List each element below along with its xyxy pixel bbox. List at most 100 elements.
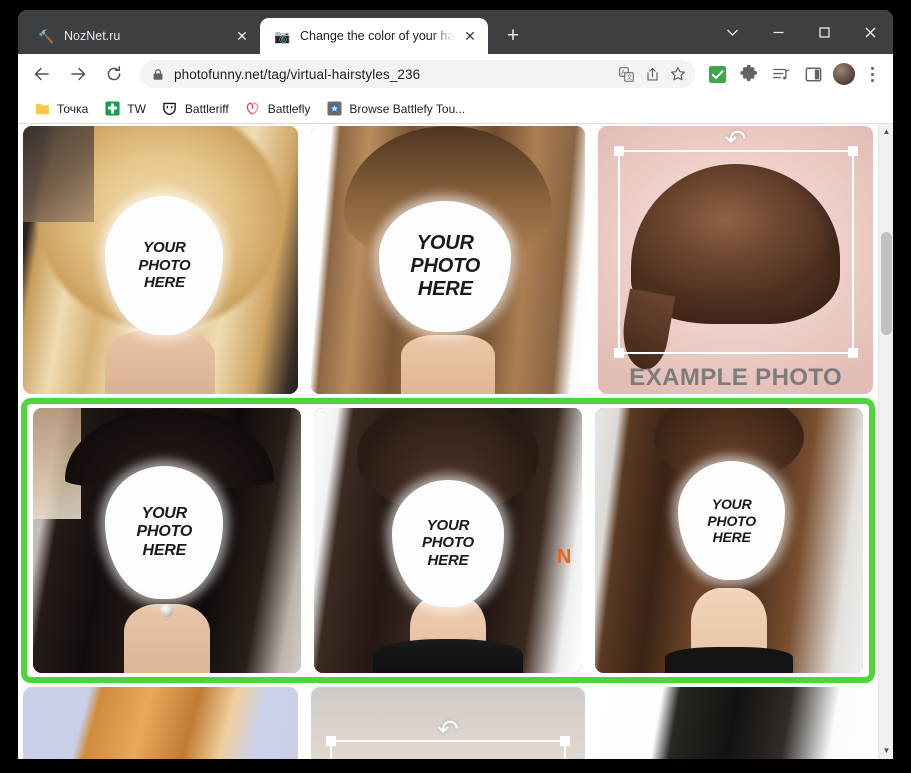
shield-icon: [162, 101, 178, 117]
overlay-line: PHOTO: [707, 512, 756, 529]
lock-icon[interactable]: [152, 68, 164, 81]
bookmarks-bar: Точка TW Battleriff Battlefly Browse Bat…: [18, 94, 893, 124]
tab-close-button[interactable]: ✕: [234, 28, 250, 44]
tab-change-hair-color[interactable]: 📷 Change the color of your hair wit ✕: [260, 18, 488, 54]
gallery-row-1: YOUR PHOTO HERE YOUR PHOTO HERE ↶ EXAMPL…: [18, 126, 878, 394]
tab-title: NozNet.ru: [64, 29, 230, 43]
overlay-line: HERE: [712, 528, 751, 545]
close-icon[interactable]: [847, 10, 893, 54]
reload-icon[interactable]: [99, 59, 129, 89]
battlefy-icon: [326, 101, 342, 117]
card-dark-curly-short-hairstyle[interactable]: [598, 687, 874, 759]
green-check-extension-icon[interactable]: [703, 60, 731, 88]
overlay-line: YOUR: [711, 496, 752, 513]
crop-handle-top-right[interactable]: [847, 146, 858, 157]
overlay-line: PHOTO: [136, 523, 193, 541]
playlist-music-icon[interactable]: [767, 60, 795, 88]
bookmark-battleriff[interactable]: Battleriff: [154, 97, 237, 121]
side-panel-icon[interactable]: [799, 60, 827, 88]
card-short-brown-example-hairstyle[interactable]: ↶ EXAMPLE PHOTO: [598, 126, 874, 394]
overlay-line: YOUR: [141, 504, 188, 522]
tab-noznet[interactable]: 🔨 NozNet.ru ✕: [24, 18, 260, 54]
neck-graphic: [105, 329, 216, 394]
back-arrow-icon[interactable]: [27, 59, 57, 89]
overlay-line: HERE: [417, 278, 473, 301]
folder-icon: [34, 101, 50, 117]
crop-handle-top-right[interactable]: [560, 735, 571, 746]
page-viewport: YOUR PHOTO HERE YOUR PHOTO HERE ↶ EXAMPL…: [18, 124, 893, 759]
overlay-line: HERE: [427, 551, 469, 569]
minimize-icon[interactable]: [755, 10, 801, 54]
tab-search-icon[interactable]: [709, 10, 755, 54]
scrollbar-thumb[interactable]: [881, 232, 892, 335]
card-blonde-straight-hairstyle[interactable]: YOUR PHOTO HERE: [23, 126, 298, 394]
overlay-line: PHOTO: [410, 255, 481, 278]
card-crop-tool-example[interactable]: ↶: [310, 687, 586, 759]
share-icon[interactable]: [639, 61, 665, 87]
hairstyle-photo: ↶: [310, 687, 586, 759]
card-ginger-hairstyle[interactable]: [23, 687, 298, 759]
address-bar[interactable]: photofunny.net/tag/virtual-hairstyles_23…: [140, 60, 695, 88]
avatar[interactable]: [833, 63, 855, 85]
scroll-up-arrow-icon[interactable]: ▲: [879, 124, 893, 140]
example-photo-label: EXAMPLE PHOTO: [629, 364, 843, 391]
hairstyle-gallery: YOUR PHOTO HERE YOUR PHOTO HERE ↶ EXAMPL…: [18, 124, 878, 759]
tab-title: Change the color of your hair wit: [300, 29, 458, 43]
tools-icon: 🔨: [38, 28, 55, 44]
card-brown-bangs-hairstyle[interactable]: YOUR PHOTO HERE: [310, 126, 586, 394]
rotate-handle-icon[interactable]: ↶: [725, 126, 747, 152]
puzzle-piece-icon[interactable]: [735, 60, 763, 88]
crop-frame[interactable]: ↶: [325, 716, 571, 759]
card-auburn-wavy-hairstyle[interactable]: YOUR PHOTO HERE: [595, 408, 863, 673]
new-tab-button[interactable]: +: [498, 20, 528, 50]
card-dark-curly-hairstyle[interactable]: N YOUR PHOTO HERE: [314, 408, 582, 673]
bookmark-battlefly[interactable]: Battlefly: [237, 97, 319, 121]
bookmark-label: Battleriff: [184, 101, 229, 116]
maximize-icon[interactable]: [801, 10, 847, 54]
camera-icon: 📷: [274, 28, 291, 44]
scroll-down-arrow-icon[interactable]: ▼: [879, 743, 893, 759]
window-controls: [709, 10, 893, 54]
crop-handle-top-left[interactable]: [613, 146, 624, 157]
tab-close-button[interactable]: ✕: [462, 28, 478, 44]
neck-graphic: [401, 335, 495, 394]
page-scrollbar[interactable]: ▲ ▼: [878, 124, 893, 759]
butterfly-icon: [245, 101, 261, 117]
translate-icon[interactable]: A 文: [613, 61, 639, 87]
gallery-row-2-highlighted[interactable]: YOUR PHOTO HERE N YOUR PHOTO HERE YOUR P…: [21, 398, 875, 683]
crop-frame[interactable]: ↶: [613, 126, 858, 358]
ginger-hair-graphic: [23, 687, 298, 759]
bookmark-label: Battlefly: [267, 101, 311, 116]
browser-toolbar: photofunny.net/tag/virtual-hairstyles_23…: [18, 54, 893, 94]
hairstyle-photo: ↶ EXAMPLE PHOTO: [598, 126, 874, 394]
overlay-line: PHOTO: [421, 534, 475, 552]
top-garment-graphic: [372, 638, 524, 673]
card-black-long-hairstyle[interactable]: YOUR PHOTO HERE: [33, 408, 301, 673]
forward-arrow-icon[interactable]: [63, 59, 93, 89]
overlay-line: PHOTO: [138, 256, 191, 274]
crop-handle-bottom-right[interactable]: [847, 347, 858, 358]
bookmark-label: Точка: [57, 101, 89, 116]
three-dot-menu-icon[interactable]: [859, 60, 885, 88]
crop-handle-bottom-left[interactable]: [613, 347, 624, 358]
overlay-line: YOUR: [143, 239, 186, 257]
url-text[interactable]: photofunny.net/tag/virtual-hairstyles_23…: [174, 67, 613, 82]
overlay-line: HERE: [144, 274, 185, 292]
watermark-letter: N: [556, 545, 572, 568]
top-garment-graphic: [664, 646, 794, 673]
hairstyle-photo: [598, 687, 874, 759]
bookmark-label: TW: [127, 101, 146, 116]
overlay-line: HERE: [142, 541, 187, 559]
gallery-row-3: ↶: [18, 687, 878, 759]
tw-green-icon: [104, 101, 120, 117]
rotate-handle-icon[interactable]: ↶: [437, 716, 459, 742]
bookmark-label: Browse Battlefy Tou...: [349, 101, 466, 116]
overlay-line: YOUR: [416, 231, 474, 254]
necklace-graphic: [160, 604, 174, 618]
bookmark-browse-battlefy-tournaments[interactable]: Browse Battlefy Tou...: [318, 97, 473, 121]
crop-handle-top-left[interactable]: [325, 735, 336, 746]
star-icon[interactable]: [665, 61, 691, 87]
bookmark-tw[interactable]: TW: [96, 97, 154, 121]
bookmark-tochka[interactable]: Точка: [26, 97, 96, 121]
tab-strip: 🔨 NozNet.ru ✕ 📷 Change the color of your…: [18, 10, 893, 54]
